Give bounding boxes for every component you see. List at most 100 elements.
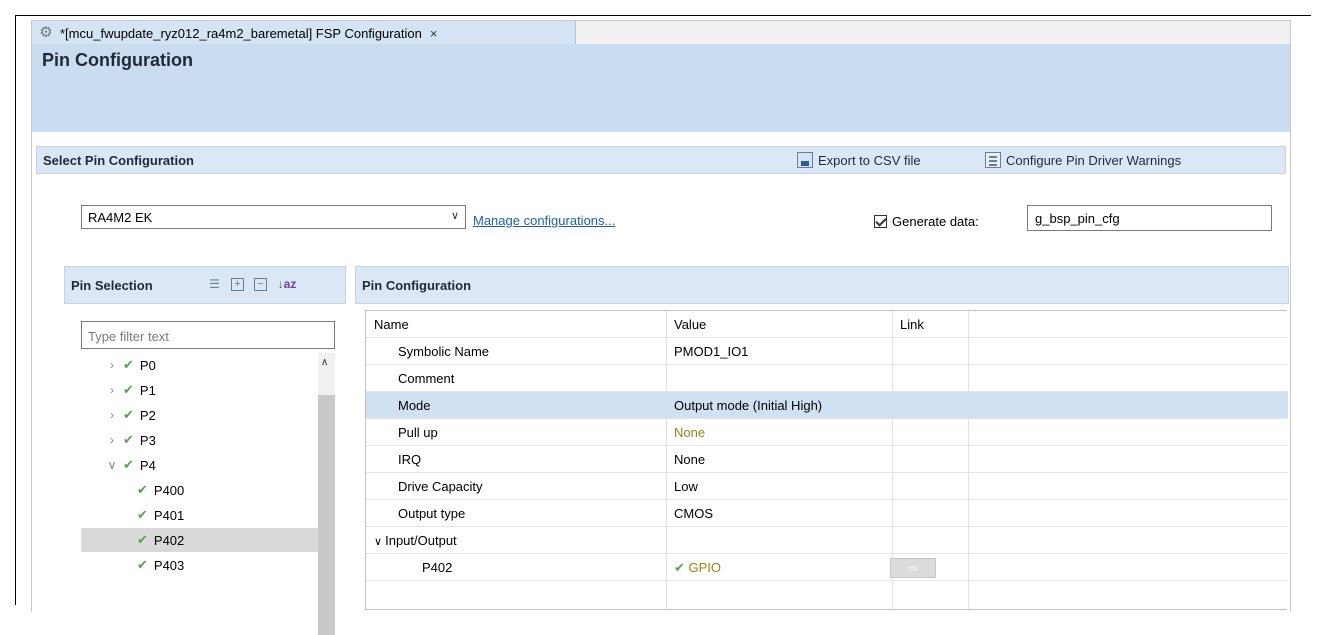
property-row-p402[interactable]: P402 ✔ GPIO ⇨ <box>366 554 1288 581</box>
pin-config-select-value: RA4M2 EK <box>88 210 153 225</box>
grid-header-row: Name Value Link <box>366 311 1288 338</box>
section-title: Select Pin Configuration <box>43 153 194 168</box>
select-pin-config-header: Select Pin Configuration Export to CSV f… <box>36 146 1286 174</box>
green-check-icon: ✔ <box>137 532 148 547</box>
expand-right-icon[interactable]: › <box>105 408 119 422</box>
property-row-symbolic-name[interactable]: Symbolic Name PMOD1_IO1 <box>366 338 1288 365</box>
property-row-drive-capacity[interactable]: Drive Capacity Low <box>366 473 1288 500</box>
property-value-text: GPIO <box>688 560 722 575</box>
tree-item-label: P401 <box>153 507 185 523</box>
tree-item-label: P2 <box>139 407 156 423</box>
link-arrow-button[interactable]: ⇨ <box>890 558 936 578</box>
expand-right-icon[interactable]: › <box>105 358 119 372</box>
export-csv-label: Export to CSV file <box>818 152 921 168</box>
property-name-text: Input/Output <box>385 533 457 548</box>
page-title-bar: Pin Configuration <box>32 44 1290 132</box>
property-name: ∨ Input/Output <box>374 533 457 548</box>
property-row-input-output[interactable]: ∨ Input/Output <box>366 527 1288 554</box>
pin-config-select[interactable]: RA4M2 EK ∨ <box>81 205 466 229</box>
pin-configuration-title: Pin Configuration <box>362 278 472 293</box>
property-name: Output type <box>398 506 465 521</box>
property-value-text: Output mode (Initial High) <box>674 398 823 413</box>
green-check-icon: ✔ <box>123 457 134 472</box>
property-name-text: Output type <box>398 506 466 521</box>
property-name: Drive Capacity <box>398 479 483 494</box>
generate-data-checkbox[interactable] <box>874 215 887 228</box>
property-value[interactable]: Output mode (Initial High) <box>674 398 822 413</box>
property-value[interactable]: ✔ GPIO <box>674 560 721 576</box>
generate-data-checkbox-row[interactable]: Generate data: <box>874 214 979 229</box>
generate-data-field[interactable]: g_bsp_pin_cfg <box>1027 205 1272 231</box>
tree-item-p4[interactable]: ∨ ✔ P4 <box>81 453 319 477</box>
sort-az-icon[interactable]: ↓az <box>275 278 299 291</box>
property-value[interactable]: CMOS <box>674 506 713 521</box>
gear-icon: ⚙ <box>39 24 53 41</box>
configure-warnings-button[interactable]: Configure Pin Driver Warnings <box>985 152 1181 168</box>
tree-item-p403[interactable]: ✔ P403 <box>81 553 319 577</box>
csv-export-icon <box>797 152 813 168</box>
generate-data-label: Generate data: <box>892 214 979 229</box>
filter-input[interactable]: Type filter text <box>81 321 335 349</box>
tree-scrollbar[interactable]: ∧ <box>318 353 335 635</box>
property-value-text: None <box>674 425 706 440</box>
green-check-icon: ✔ <box>123 382 134 397</box>
warnings-config-icon <box>985 152 1001 168</box>
scroll-up-icon[interactable]: ∧ <box>321 357 328 368</box>
column-header-value: Value <box>674 317 707 332</box>
property-value[interactable]: None <box>674 452 705 467</box>
tree-item-p401[interactable]: ✔ P401 <box>81 503 319 527</box>
tree-item-label: P0 <box>139 357 156 373</box>
tree-item-p1[interactable]: › ✔ P1 <box>81 378 319 402</box>
property-value[interactable]: Low <box>674 479 698 494</box>
expand-down-icon[interactable]: ∨ <box>374 536 385 548</box>
editor-tab-fsp-configuration[interactable]: ⚙ *[mcu_fwupdate_ryz012_ra4m2_baremetal]… <box>32 21 576 45</box>
property-value-text: Low <box>674 479 698 494</box>
property-value[interactable]: PMOD1_IO1 <box>674 344 748 359</box>
property-name: Comment <box>398 371 454 386</box>
tree-item-p400[interactable]: ✔ P400 <box>81 478 319 502</box>
property-name: Symbolic Name <box>398 344 489 359</box>
manage-configurations-link[interactable]: Manage configurations... <box>473 213 615 228</box>
tree-item-label: P400 <box>153 482 185 498</box>
configure-warnings-label: Configure Pin Driver Warnings <box>1006 152 1182 168</box>
tree-item-label: P403 <box>153 557 185 573</box>
property-name-text: Drive Capacity <box>398 479 483 494</box>
export-csv-button[interactable]: Export to CSV file <box>797 152 921 168</box>
tree-item-p0[interactable]: › ✔ P0 <box>81 353 319 377</box>
pin-selection-panel: Pin Selection ☰ + − ↓az Type filter text… <box>64 266 346 635</box>
chevron-down-icon: ∨ <box>450 210 459 222</box>
expand-down-icon[interactable]: ∨ <box>105 458 119 472</box>
property-name-text: Symbolic Name <box>398 344 490 359</box>
property-value-text: PMOD1_IO1 <box>674 344 749 359</box>
expand-all-icon[interactable]: + <box>231 278 244 291</box>
tree-item-label: P402 <box>153 532 185 548</box>
tree-item-p2[interactable]: › ✔ P2 <box>81 403 319 427</box>
expand-right-icon[interactable]: › <box>105 433 119 447</box>
property-row-mode[interactable]: Mode Output mode (Initial High) <box>366 392 1288 419</box>
property-value-text: None <box>674 452 706 467</box>
filter-placeholder: Type filter text <box>88 329 169 344</box>
pin-selection-header: Pin Selection ☰ + − ↓az <box>64 266 346 304</box>
property-name: P402 <box>422 560 452 575</box>
expand-right-icon[interactable]: › <box>105 383 119 397</box>
list-icon[interactable]: ☰ <box>208 278 221 291</box>
property-value[interactable]: None <box>674 425 705 440</box>
green-check-icon: ✔ <box>137 557 148 572</box>
scroll-thumb[interactable] <box>318 395 335 635</box>
property-row-output-type[interactable]: Output type CMOS <box>366 500 1288 527</box>
tree-item-label: P1 <box>139 382 156 398</box>
property-row-comment[interactable]: Comment <box>366 365 1288 392</box>
pin-configuration-header: Pin Configuration <box>355 266 1289 304</box>
green-check-icon: ✔ <box>137 507 148 522</box>
property-row-pull-up[interactable]: Pull up None <box>366 419 1288 446</box>
tree-item-p3[interactable]: › ✔ P3 <box>81 428 319 452</box>
property-row-irq[interactable]: IRQ None <box>366 446 1288 473</box>
close-icon[interactable]: × <box>430 26 438 41</box>
property-name-text: P402 <box>422 560 453 575</box>
editor-tab-bar: ⚙ *[mcu_fwupdate_ryz012_ra4m2_baremetal]… <box>31 20 1291 45</box>
collapse-all-icon[interactable]: − <box>254 278 267 291</box>
pin-selection-title: Pin Selection <box>71 278 153 293</box>
property-name: Mode <box>398 398 431 413</box>
column-header-link: Link <box>900 317 924 332</box>
tree-item-p402[interactable]: ✔ P402 <box>81 528 319 552</box>
